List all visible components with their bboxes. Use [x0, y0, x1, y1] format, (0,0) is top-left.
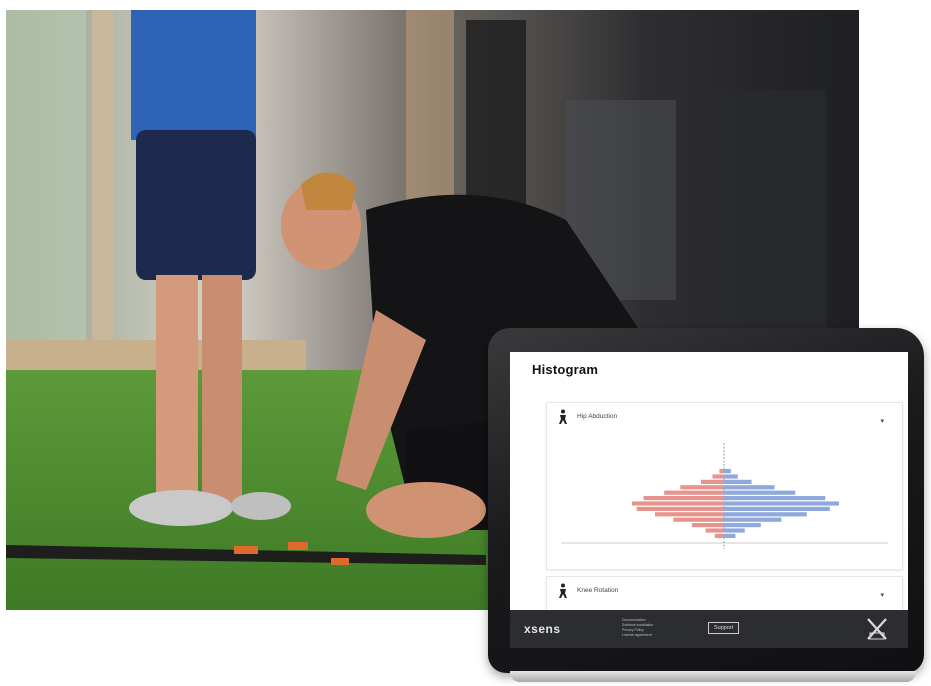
histogram-bar-left [636, 506, 724, 511]
histogram-bar-right [724, 485, 775, 490]
histogram-bar-right [724, 501, 839, 506]
histogram-bar-left [691, 523, 724, 528]
histogram-bar-left [632, 501, 724, 506]
histogram-bar-left [719, 469, 724, 474]
histogram-bar-right [724, 474, 738, 479]
histogram-bar-right [724, 512, 807, 517]
histogram-bar-left [701, 479, 724, 484]
histogram-bar-right [724, 479, 752, 484]
chevron-down-icon[interactable]: ▾ [880, 591, 884, 599]
person-icon [559, 409, 567, 424]
histogram-bar-left [705, 528, 724, 533]
page-title: Histogram [532, 362, 599, 377]
histogram-card-hip[interactable]: Hip Abduction ▾ [546, 402, 903, 570]
chevron-down-icon[interactable]: ▾ [880, 417, 884, 425]
certification-badge-icon [867, 618, 887, 640]
support-button[interactable]: Support [708, 622, 740, 634]
histogram-bar-right [724, 506, 830, 511]
histogram-bar-right [724, 490, 796, 495]
histogram-bar-left [680, 485, 724, 490]
footer-links: Documentation Software installation Priv… [622, 618, 682, 638]
xsens-logo: xsens [524, 622, 561, 636]
histogram-bar-right [724, 528, 745, 533]
histogram-bar-left [655, 512, 724, 517]
histogram-bar-right [724, 533, 736, 538]
histogram-bar-left [673, 517, 724, 522]
histogram-chart [561, 443, 888, 549]
row-label-knee: Knee Rotation [577, 587, 619, 594]
histogram-bar-right [724, 469, 731, 474]
footer-link[interactable]: License agreement [622, 633, 682, 638]
laptop-device: Histogram Hip Abduction ▾ Knee Rotation … [488, 328, 928, 684]
histogram-bar-right [724, 517, 782, 522]
footer: xsens Documentation Software installatio… [510, 610, 908, 648]
row-label-hip: Hip Abduction [577, 413, 618, 420]
histogram-bar-left [712, 474, 724, 479]
histogram-bar-right [724, 523, 761, 528]
bars-group [632, 469, 839, 538]
histogram-bar-left [643, 496, 724, 501]
person-icon [559, 583, 567, 598]
histogram-bar-right [724, 496, 826, 501]
laptop-base [510, 671, 916, 682]
histogram-bar-left [714, 533, 724, 538]
app-screen: Histogram Hip Abduction ▾ Knee Rotation … [510, 352, 908, 648]
laptop-bezel: Histogram Hip Abduction ▾ Knee Rotation … [488, 328, 924, 673]
histogram-bar-left [664, 490, 724, 495]
